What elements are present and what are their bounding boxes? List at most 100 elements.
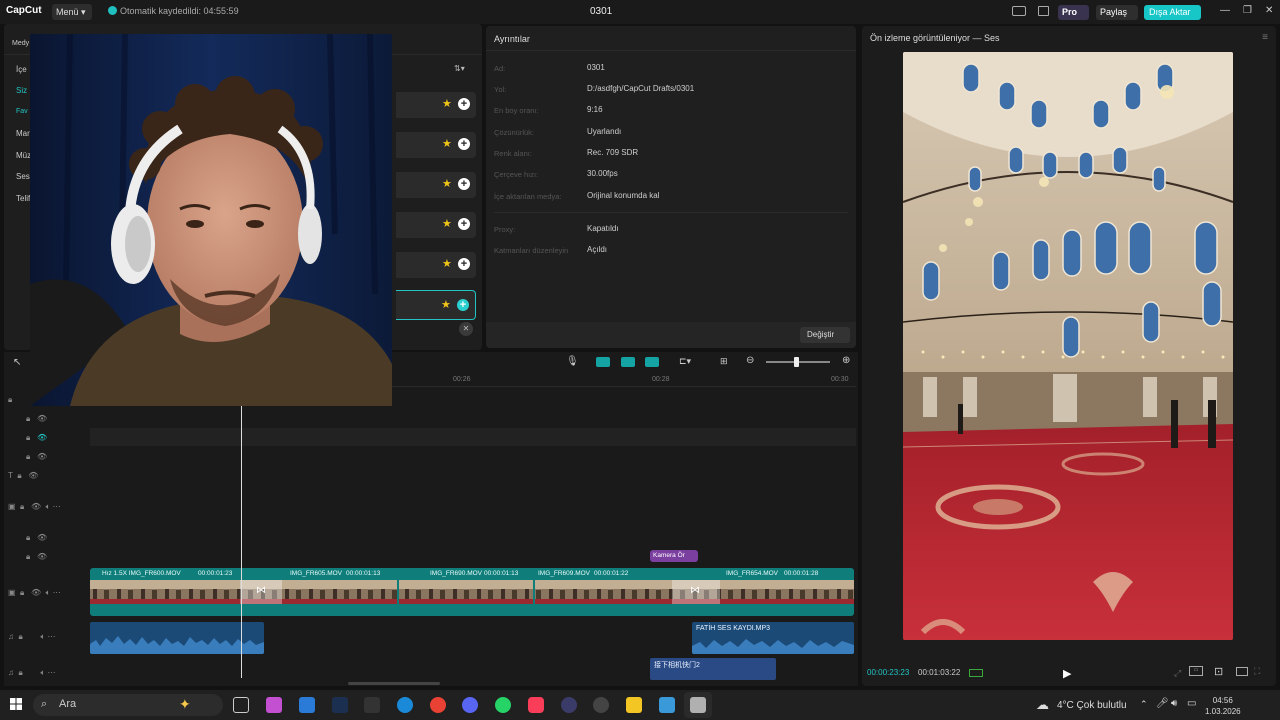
sidebar-item-import[interactable]: İçe <box>16 65 27 74</box>
music-icon[interactable] <box>528 697 544 713</box>
list-item[interactable]: ★ + <box>396 290 476 320</box>
add-icon[interactable]: + <box>458 178 470 190</box>
more-icon[interactable]: ⋯ <box>48 632 56 641</box>
compare-icon[interactable] <box>1236 667 1248 676</box>
eye-icon[interactable]: 👁︎ <box>37 452 47 461</box>
task-view-icon[interactable] <box>233 697 249 713</box>
transition-icon[interactable]: ⋈ <box>690 585 700 596</box>
lock-icon[interactable]: 🔒︎ <box>8 395 12 404</box>
add-icon[interactable]: + <box>458 218 470 230</box>
preview-video[interactable] <box>903 52 1233 640</box>
shortcuts-icon[interactable] <box>1038 6 1049 16</box>
camera-effect-clip[interactable]: Kamera Ör <box>650 550 698 562</box>
more-icon[interactable]: ⋯ <box>48 668 56 677</box>
add-icon[interactable]: + <box>458 258 470 270</box>
audio-clip[interactable]: FATİH SES KAYDI.MP3 <box>692 622 854 654</box>
copilot-icon[interactable] <box>266 697 282 713</box>
star-icon[interactable]: ★ <box>442 139 452 150</box>
list-item[interactable]: ★ + <box>396 252 476 278</box>
add-icon[interactable]: + <box>458 98 470 110</box>
close-icon[interactable]: ✕ <box>1265 5 1273 16</box>
playhead[interactable] <box>241 378 242 678</box>
steam-icon[interactable] <box>332 697 348 713</box>
list-item[interactable]: ★ + <box>396 212 476 238</box>
eye-icon[interactable]: 👁︎ <box>37 552 47 561</box>
file-explorer-icon[interactable] <box>626 697 642 713</box>
epic-games-icon[interactable] <box>364 697 380 713</box>
star-icon[interactable]: ★ <box>442 179 452 190</box>
speaker-icon[interactable]: 🔈︎ <box>41 632 46 641</box>
star-icon[interactable]: ★ <box>442 99 452 110</box>
list-item[interactable]: ★ + <box>396 132 476 158</box>
star-icon[interactable]: ★ <box>441 300 451 311</box>
play-icon[interactable]: ▶ <box>1063 667 1071 680</box>
preview-axis-icon[interactable] <box>645 357 659 367</box>
horizontal-scrollbar[interactable] <box>348 682 440 685</box>
app-icon[interactable] <box>561 697 577 713</box>
lock-icon[interactable]: 🔒︎ <box>17 471 21 480</box>
sidebar-item-copyright[interactable]: Telif <box>16 194 30 203</box>
eye-icon[interactable]: 👁︎ <box>28 471 38 480</box>
whatsapp-icon[interactable] <box>495 697 511 713</box>
fit-icon[interactable]: ⤢ <box>1174 668 1181 679</box>
lock-icon[interactable]: 🔒︎ <box>20 502 24 511</box>
maximize-icon[interactable]: ❐ <box>1243 5 1252 16</box>
more-icon[interactable]: ⋯ <box>53 588 61 597</box>
pro-button[interactable]: Pro <box>1058 5 1089 20</box>
menu-icon[interactable]: ≡ <box>1262 32 1268 43</box>
chrome-icon[interactable] <box>430 697 446 713</box>
add-icon[interactable]: + <box>457 299 469 311</box>
more-icon[interactable]: ⋯ <box>53 502 61 511</box>
audio-clip[interactable] <box>90 622 264 654</box>
transition-icon[interactable]: ⋈ <box>256 585 266 596</box>
speaker-icon[interactable]: 🔊︎ <box>1171 698 1177 709</box>
split-icon[interactable]: ⊏▾ <box>679 356 691 367</box>
change-button[interactable]: Değiştir <box>800 327 850 343</box>
list-item[interactable]: ★ + <box>396 92 476 118</box>
chevron-up-icon[interactable]: ⌃ <box>1140 699 1148 710</box>
zoom-slider-handle[interactable] <box>794 357 799 367</box>
magnet-icon[interactable] <box>596 357 610 367</box>
lock-icon[interactable]: 🔒︎ <box>26 414 30 423</box>
lock-icon[interactable]: 🔒︎ <box>26 552 30 561</box>
screenshot-icon[interactable]: ⊡ <box>1214 665 1223 678</box>
zoom-out-icon[interactable]: ⊖ <box>746 355 754 366</box>
outlook-icon[interactable] <box>299 697 315 713</box>
filter-icon[interactable]: ⇅▾ <box>454 64 465 73</box>
waveform-icon[interactable] <box>969 669 983 677</box>
star-icon[interactable]: ★ <box>442 259 452 270</box>
paint-icon[interactable] <box>659 697 675 713</box>
windows-start-icon[interactable] <box>10 698 22 710</box>
discord-icon[interactable] <box>462 697 478 713</box>
lock-icon[interactable]: 🔒︎ <box>20 588 24 597</box>
layout-icon[interactable] <box>1012 6 1026 16</box>
sidebar-item-favorites[interactable]: Fav <box>16 108 28 115</box>
ratio-icon[interactable]: ▭ <box>1189 666 1203 676</box>
system-clock[interactable]: 04:56 1.03.2026 <box>1205 695 1241 717</box>
zoom-fit-icon[interactable]: ⊞ <box>720 356 728 367</box>
edge-icon[interactable] <box>397 697 413 713</box>
menu-button[interactable]: Menü ▾ <box>52 4 92 20</box>
github-icon[interactable] <box>593 697 609 713</box>
sidebar-item-yours[interactable]: Siz <box>16 86 27 95</box>
microphone-icon[interactable]: 🎤︎ <box>1156 698 1169 709</box>
add-icon[interactable]: + <box>458 138 470 150</box>
speaker-icon[interactable]: 🔈︎ <box>46 588 51 597</box>
list-item[interactable]: ★ + <box>396 172 476 198</box>
lock-icon[interactable]: 🔒︎ <box>26 452 30 461</box>
weather-text[interactable]: 4°C Çok bulutlu <box>1057 700 1127 711</box>
main-video-track[interactable]: Hız 1.5X IMG_FR600.MOV 00:00:01:23 IMG_F… <box>90 568 854 616</box>
lock-icon[interactable]: 🔒︎ <box>26 433 30 442</box>
export-button[interactable]: Dışa Aktar <box>1144 5 1201 20</box>
eye-icon[interactable]: 👁︎ <box>31 502 41 511</box>
eye-icon[interactable]: 👁︎ <box>37 433 47 442</box>
minimize-icon[interactable]: — <box>1220 5 1230 16</box>
sidebar-item-music[interactable]: Müz <box>16 151 31 160</box>
microphone-icon[interactable]: 🎙 <box>566 356 579 367</box>
lock-icon[interactable]: 🔒︎ <box>18 632 22 641</box>
media-tab[interactable]: Medy <box>12 40 29 47</box>
fullscreen-icon[interactable]: ⛶ <box>1254 666 1260 677</box>
zoom-in-icon[interactable]: ⊕ <box>842 355 850 366</box>
lock-icon[interactable]: 🔒︎ <box>18 668 22 677</box>
taskbar-search[interactable]: ⌕ Ara ✦ <box>33 694 223 716</box>
